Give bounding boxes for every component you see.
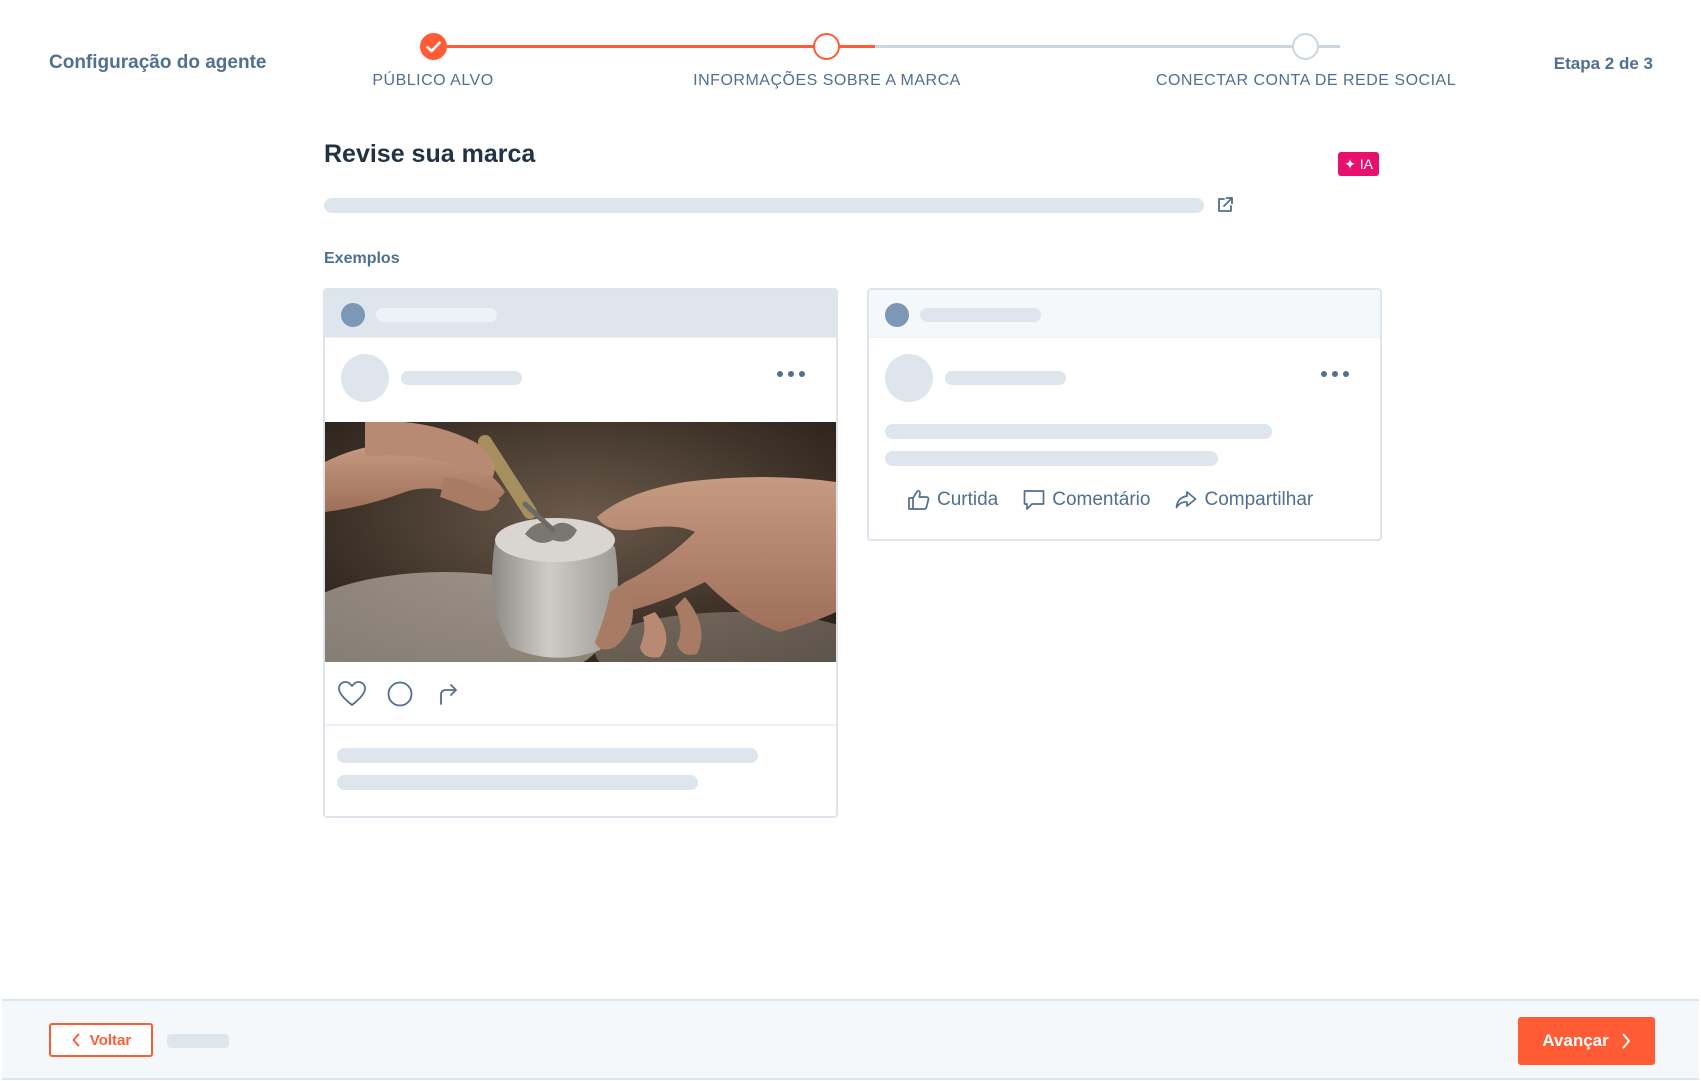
step-label-informacoes-marca: INFORMAÇÕES SOBRE A MARCA bbox=[693, 72, 961, 89]
card-header bbox=[869, 290, 1380, 338]
page-title: Revise sua marca bbox=[324, 140, 536, 168]
progress-stepper: PÚBLICO ALVO INFORMAÇÕES SOBRE A MARCA C… bbox=[0, 0, 1701, 110]
chevron-right-icon bbox=[1622, 1033, 1630, 1049]
step-node-publico-alvo[interactable] bbox=[420, 33, 447, 60]
network-icon bbox=[885, 303, 909, 327]
share-label: Compartilhar bbox=[1204, 489, 1314, 510]
heart-icon[interactable] bbox=[337, 679, 367, 709]
facebook-preview-card: Curtida Comentário Compartilhar bbox=[867, 288, 1382, 541]
like-button[interactable]: Curtida bbox=[907, 488, 998, 512]
comment-icon[interactable] bbox=[385, 679, 415, 709]
comment-label: Comentário bbox=[1052, 489, 1151, 510]
checkmark-icon bbox=[426, 41, 441, 52]
more-horizontal-icon[interactable] bbox=[1320, 368, 1350, 380]
pottery-photo bbox=[325, 422, 836, 662]
facebook-action-bar: Curtida Comentário Compartilhar bbox=[907, 488, 1313, 512]
footer-bar: Voltar Avançar bbox=[2, 999, 1699, 1080]
step-label-publico-alvo: PÚBLICO ALVO bbox=[372, 72, 494, 89]
share-arrow-icon[interactable] bbox=[433, 679, 463, 709]
ai-badge: ✦ IA bbox=[1338, 152, 1379, 176]
comment-bubble-icon bbox=[1023, 490, 1045, 510]
post-text-placeholder bbox=[885, 424, 1272, 439]
share-icon bbox=[1176, 491, 1197, 509]
comment-button[interactable]: Comentário bbox=[1022, 488, 1150, 512]
network-name-placeholder bbox=[376, 308, 497, 322]
brand-url-row bbox=[324, 197, 1264, 217]
examples-label: Exemplos bbox=[324, 250, 400, 267]
instagram-action-bar bbox=[325, 662, 836, 726]
network-icon bbox=[341, 303, 365, 327]
post-author-row bbox=[325, 338, 836, 422]
caption-line-placeholder bbox=[337, 748, 758, 763]
brand-review-section: Revise sua marca ✦ IA Exemplos Curtida C… bbox=[323, 140, 1382, 818]
post-text-placeholder bbox=[885, 451, 1218, 466]
avatar bbox=[341, 354, 389, 402]
avatar bbox=[885, 354, 933, 402]
share-button[interactable]: Compartilhar bbox=[1174, 488, 1313, 512]
next-button-label: Avançar bbox=[1542, 1031, 1609, 1050]
card-header bbox=[325, 290, 836, 338]
brand-url-placeholder bbox=[324, 198, 1204, 213]
author-name-placeholder bbox=[401, 371, 522, 385]
network-name-placeholder bbox=[920, 308, 1041, 322]
author-name-placeholder bbox=[945, 371, 1066, 385]
post-caption bbox=[325, 726, 836, 808]
stepper-track-complete bbox=[445, 45, 817, 48]
step-label-conectar-conta: CONECTAR CONTA DE REDE SOCIAL bbox=[1155, 72, 1457, 89]
step-node-conectar-conta[interactable] bbox=[1292, 33, 1319, 60]
step-node-informacoes-marca[interactable] bbox=[813, 33, 840, 60]
external-link-icon[interactable] bbox=[1215, 195, 1235, 215]
post-image bbox=[325, 422, 836, 662]
like-label: Curtida bbox=[937, 489, 999, 510]
post-author-row bbox=[869, 338, 1380, 422]
instagram-preview-card bbox=[323, 288, 838, 818]
thumbs-up-icon bbox=[908, 490, 930, 510]
next-button[interactable]: Avançar bbox=[1518, 1017, 1655, 1065]
stepper-track-pending bbox=[875, 45, 1340, 48]
chevron-left-icon bbox=[72, 1033, 80, 1047]
more-horizontal-icon[interactable] bbox=[776, 368, 806, 380]
caption-line-placeholder bbox=[337, 775, 698, 790]
back-button[interactable]: Voltar bbox=[49, 1023, 153, 1057]
back-button-label: Voltar bbox=[89, 1031, 132, 1049]
footer-placeholder bbox=[167, 1034, 229, 1048]
agent-setup-page: Configuração do agente Etapa 2 de 3 PÚBL… bbox=[0, 0, 1701, 1081]
